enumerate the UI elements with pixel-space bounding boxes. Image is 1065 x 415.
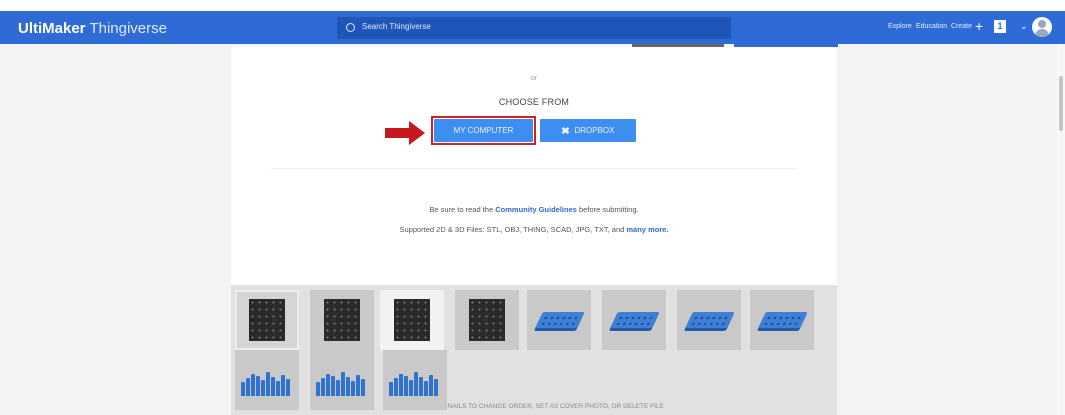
peg-shape <box>286 379 290 396</box>
model-preview <box>469 299 505 341</box>
peg-shape <box>246 378 250 396</box>
annotation-highlight-box <box>431 116 536 145</box>
model-preview <box>758 312 808 328</box>
peg-shape <box>326 374 330 396</box>
dropbox-button-label: DROPBOX <box>574 126 615 135</box>
many-more-link[interactable]: many more. <box>626 225 668 234</box>
thumbnail-7[interactable] <box>677 290 741 350</box>
model-preview <box>241 370 293 396</box>
model-preview <box>685 312 735 328</box>
or-separator: or <box>530 75 538 82</box>
peg-shape <box>261 380 265 396</box>
guidelines-prefix: Be sure to read the <box>429 205 494 214</box>
peg-shape <box>341 372 345 396</box>
section-divider <box>271 168 797 169</box>
annotation-arrow-icon <box>385 121 425 145</box>
create-plus-icon[interactable]: + <box>975 19 983 33</box>
peg-shape <box>351 381 355 396</box>
peg-shape <box>336 380 340 396</box>
thumbnail-1[interactable] <box>235 290 299 350</box>
peg-shape <box>281 375 285 396</box>
thumbnail-10[interactable] <box>310 350 374 410</box>
avatar-icon[interactable] <box>1032 17 1052 37</box>
peg-shape <box>276 381 280 396</box>
peg-shape <box>419 377 423 396</box>
peg-shape <box>389 382 393 396</box>
thumbnail-3[interactable] <box>380 290 444 350</box>
scrollbar-thumb[interactable] <box>1059 76 1063 131</box>
supported-files-text: Supported 2D & 3D Files: STL, OBJ, THING… <box>399 225 625 234</box>
nav-education[interactable]: Education <box>916 23 947 30</box>
guidelines-note: Be sure to read the Community Guidelines… <box>231 205 837 214</box>
top-nav: UltiMaker Thingiverse Search Thingiverse… <box>0 11 1065 44</box>
chevron-down-icon[interactable]: ⌄ <box>1020 21 1028 32</box>
peg-shape <box>399 374 403 396</box>
peg-shape <box>331 376 335 396</box>
peg-shape <box>424 381 428 396</box>
peg-shape <box>251 374 255 396</box>
thumbnail-2[interactable] <box>310 290 374 350</box>
model-preview <box>249 299 285 341</box>
peg-shape <box>356 375 360 396</box>
brand-product: Thingiverse <box>89 20 167 37</box>
peg-shape <box>316 382 320 396</box>
peg-shape <box>321 378 325 396</box>
community-guidelines-link[interactable]: Community Guidelines <box>495 205 577 214</box>
peg-shape <box>394 378 398 396</box>
peg-shape <box>409 380 413 396</box>
notification-badge[interactable]: 1 <box>994 20 1006 33</box>
thumbnail-11[interactable] <box>383 350 447 410</box>
peg-shape <box>256 376 260 396</box>
brand-name: UltiMaker <box>18 20 86 37</box>
search-input[interactable]: Search Thingiverse <box>337 17 731 39</box>
nav-create[interactable]: Create <box>951 23 972 30</box>
thumbnail-6[interactable] <box>602 290 666 350</box>
peg-shape <box>434 379 438 396</box>
thumbnail-strip: DRAG THUMBNAILS TO CHANGE ORDER, SET AS … <box>231 285 837 415</box>
peg-shape <box>429 375 433 396</box>
dropbox-icon <box>561 127 570 134</box>
peg-shape <box>266 372 270 396</box>
dropbox-button[interactable]: DROPBOX <box>540 119 636 142</box>
choose-from-heading: CHOOSE FROM <box>498 97 570 107</box>
peg-shape <box>346 377 350 396</box>
supported-files-note: Supported 2D & 3D Files: STL, OBJ, THING… <box>231 225 837 234</box>
brand-logo[interactable]: UltiMaker Thingiverse <box>18 20 167 37</box>
model-preview <box>394 299 430 341</box>
thumbnail-9[interactable] <box>235 350 299 410</box>
peg-shape <box>361 379 365 396</box>
model-preview <box>324 299 360 341</box>
window-top-edge <box>0 0 1065 11</box>
model-preview <box>610 312 660 328</box>
model-preview <box>535 312 585 328</box>
thumbnail-5[interactable] <box>527 290 591 350</box>
model-preview <box>316 370 368 396</box>
upload-panel: or CHOOSE FROM MY COMPUTER DROPBOX Be su… <box>231 47 837 285</box>
peg-shape <box>414 372 418 396</box>
peg-shape <box>404 376 408 396</box>
search-placeholder: Search Thingiverse <box>362 22 431 31</box>
search-icon <box>346 23 355 32</box>
guidelines-suffix: before submitting. <box>579 205 639 214</box>
peg-shape <box>241 382 245 396</box>
thumbnail-4[interactable] <box>455 290 519 350</box>
nav-explore[interactable]: Explore <box>888 23 912 30</box>
peg-shape <box>271 377 275 396</box>
model-preview <box>389 370 441 396</box>
thumbnail-8[interactable] <box>750 290 814 350</box>
